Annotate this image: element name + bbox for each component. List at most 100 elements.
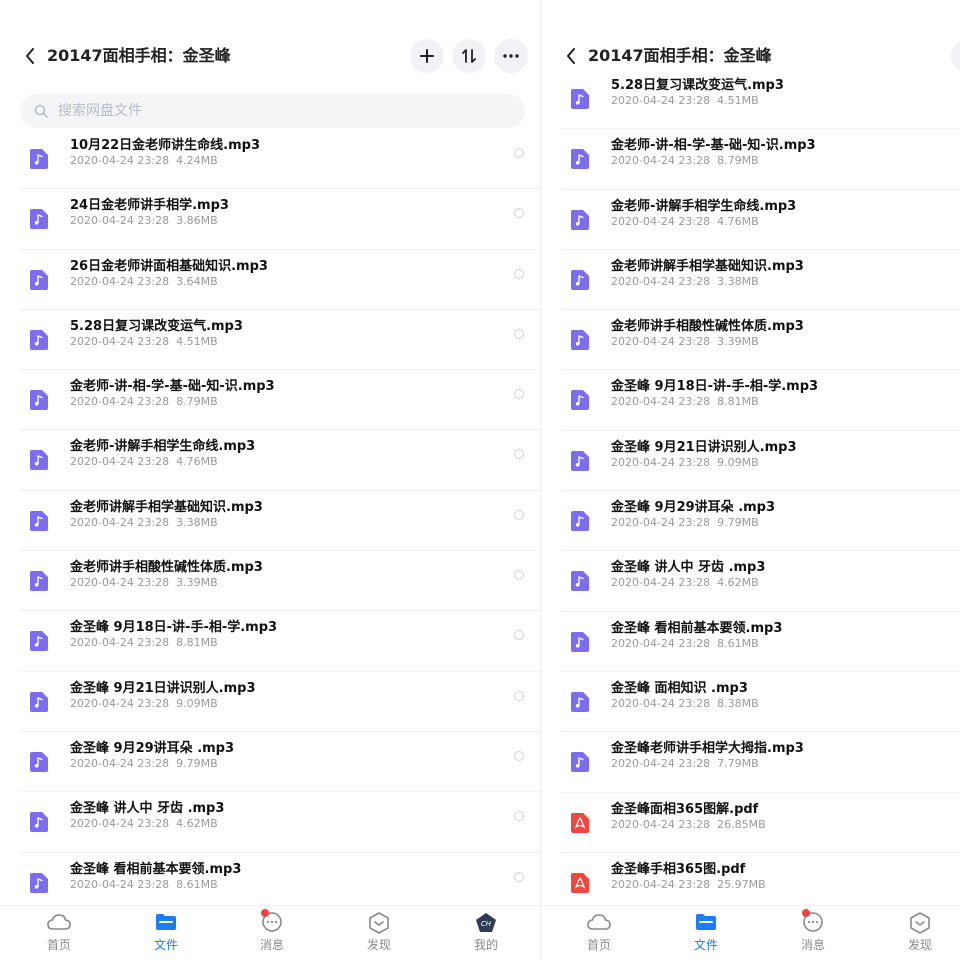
file-row[interactable]: 金圣峰 9月21日讲识别人.mp3 2020-04-24 23:28 9.09MB [561,431,960,492]
audio-file-icon [30,571,48,592]
file-date: 2020-04-24 23:28 [611,214,711,228]
tab-discover[interactable]: 发现 [349,912,409,953]
file-size: 7.79MB [717,757,759,771]
select-radio[interactable] [514,389,524,400]
file-name: 24日金老师讲手相学.mp3 [70,198,229,214]
select-radio[interactable] [514,630,524,641]
file-meta: 2020-04-24 23:28 26.85MB [611,818,766,831]
search-input[interactable] [56,102,500,120]
select-radio[interactable] [514,449,524,460]
audio-file-icon [571,89,589,109]
file-row[interactable]: 26日金老师讲面相基础知识.mp3 2020-04-24 23:28 3.64MB [20,250,540,310]
audio-file-icon [30,390,48,411]
file-date: 2020-04-24 23:28 [70,636,170,650]
file-name: 金老师讲解手相学基础知识.mp3 [70,499,263,515]
file-row[interactable]: 金圣峰面相365图解.pdf 2020-04-24 23:28 26.85MB [561,793,960,853]
back-button[interactable] [20,34,40,78]
search-bar[interactable] [20,94,525,128]
select-radio[interactable] [514,268,524,279]
file-date: 2020-04-24 23:28 [611,696,711,710]
tab-home[interactable]: 首页 [29,912,89,953]
select-radio[interactable] [514,690,524,701]
file-name: 金圣峰 讲人中 牙齿 .mp3 [70,801,225,817]
file-size: 8.79MB [717,154,759,168]
file-row[interactable]: 金圣峰 9月21日讲识别人.mp3 2020-04-24 23:28 9.09MB [20,672,540,732]
file-row[interactable]: 金老师讲手相酸性碱性体质.mp3 2020-04-24 23:28 3.39MB [561,310,960,371]
transfer-button[interactable] [452,39,486,73]
file-row[interactable]: 24日金老师讲手相学.mp3 2020-04-24 23:28 3.86MB [20,189,540,250]
file-meta: 2020-04-24 23:28 3.64MB [70,275,218,288]
audio-file-icon [571,209,589,230]
select-radio[interactable] [514,148,524,158]
select-radio[interactable] [514,570,524,581]
add-button[interactable] [410,39,444,73]
transfer-icon [462,49,476,63]
chat-icon [802,909,824,934]
tab-me[interactable]: CH 我的 [456,912,516,953]
pdf-file-icon [571,812,589,833]
file-row[interactable]: 金老师-讲-相-学-基-础-知-识.mp3 2020-04-24 23:28 8.… [561,129,960,190]
file-row[interactable]: 金圣峰 9月29讲耳朵 .mp3 2020-04-24 23:28 9.79MB [20,732,540,793]
audio-file-icon [571,450,589,471]
tab-messages[interactable]: 消息 [783,909,843,953]
file-date: 2020-04-24 23:28 [611,817,711,831]
file-size: 4.76MB [176,455,218,469]
select-radio[interactable] [514,750,524,761]
audio-file-icon [571,691,589,712]
select-radio[interactable] [514,871,524,882]
file-row[interactable]: 金老师讲解手相学基础知识.mp3 2020-04-24 23:28 3.38MB [561,250,960,311]
file-row[interactable]: 金圣峰 看相前基本要领.mp3 2020-04-24 23:28 8.61MB [20,853,540,913]
file-row[interactable]: 金老师讲手相酸性碱性体质.mp3 2020-04-24 23:28 3.39MB [20,551,540,612]
file-row[interactable]: 金圣峰 9月18日-讲-手-相-学.mp3 2020-04-24 23:28 8.… [561,370,960,431]
file-row[interactable]: 金老师-讲-相-学-基-础-知-识.mp3 2020-04-24 23:28 8.… [20,370,540,431]
cloud-icon [47,912,71,934]
file-size: 3.39MB [176,576,218,590]
file-row[interactable]: 金老师讲解手相学基础知识.mp3 2020-04-24 23:28 3.38MB [20,491,540,552]
file-row[interactable]: 金老师-讲解手相学生命线.mp3 2020-04-24 23:28 4.76MB [561,190,960,250]
tab-discover[interactable]: 发现 [890,912,950,953]
file-date: 2020-04-24 23:28 [70,696,170,710]
top-bar: 20147面相手相：金圣峰 [0,34,540,78]
tab-files[interactable]: 文件 [136,912,196,953]
file-row[interactable]: 金圣峰 看相前基本要领.mp3 2020-04-24 23:28 8.61MB [561,612,960,672]
file-meta: 2020-04-24 23:28 8.79MB [70,395,218,408]
tab-files[interactable]: 文件 [676,912,736,953]
file-date: 2020-04-24 23:28 [70,817,170,831]
file-row[interactable]: 金圣峰 面相知识 .mp3 2020-04-24 23:28 8.38MB [561,672,960,733]
more-button[interactable] [494,39,528,73]
select-radio[interactable] [514,208,524,219]
file-row[interactable]: 金圣峰 讲人中 牙齿 .mp3 2020-04-24 23:28 4.62MB [20,792,540,853]
select-radio[interactable] [514,509,524,520]
file-row[interactable]: 金圣峰 讲人中 牙齿 .mp3 2020-04-24 23:28 4.62MB [561,551,960,612]
file-row[interactable]: 5.28日复习课改变运气.mp3 2020-04-24 23:28 4.51MB [20,310,540,371]
file-row[interactable]: 10月22日金老师讲生命线.mp3 2020-04-24 23:28 4.24MB [20,129,540,190]
file-name: 26日金老师讲面相基础知识.mp3 [70,258,268,274]
file-name: 金老师-讲解手相学生命线.mp3 [611,198,797,214]
tab-messages[interactable]: 消息 [242,909,302,953]
add-button[interactable] [951,39,960,73]
file-size: 8.61MB [176,877,218,891]
file-meta: 2020-04-24 23:28 9.79MB [611,516,759,529]
search-icon [34,104,48,118]
tab-label: 消息 [259,938,284,952]
file-date: 2020-04-24 23:28 [70,756,170,770]
discover-icon [909,912,931,934]
select-radio[interactable] [514,811,524,822]
file-meta: 2020-04-24 23:28 9.09MB [611,456,759,469]
file-row[interactable]: 金圣峰 9月29讲耳朵 .mp3 2020-04-24 23:28 9.79MB [561,491,960,552]
file-meta: 2020-04-24 23:28 4.24MB [70,154,218,167]
file-date: 2020-04-24 23:28 [611,516,711,530]
file-row[interactable]: 金老师-讲解手相学生命线.mp3 2020-04-24 23:28 4.76MB [20,430,540,491]
file-size: 4.62MB [717,576,759,590]
tab-label: 发现 [907,938,932,952]
file-row[interactable]: 金圣峰老师讲手相学大拇指.mp3 2020-04-24 23:28 7.79MB [561,732,960,793]
file-name: 金圣峰老师讲手相学大拇指.mp3 [611,741,804,757]
audio-file-icon [571,149,589,170]
tab-home[interactable]: 首页 [569,912,629,953]
file-size: 4.24MB [176,154,218,167]
discover-icon [368,912,390,934]
file-row[interactable]: 金圣峰 9月18日-讲-手-相-学.mp3 2020-04-24 23:28 8.… [20,611,540,672]
select-radio[interactable] [514,328,524,339]
file-row[interactable]: 5.28日复习课改变运气.mp3 2020-04-24 23:28 4.51MB [561,69,960,130]
file-name: 金圣峰 9月18日-讲-手-相-学.mp3 [70,620,278,636]
